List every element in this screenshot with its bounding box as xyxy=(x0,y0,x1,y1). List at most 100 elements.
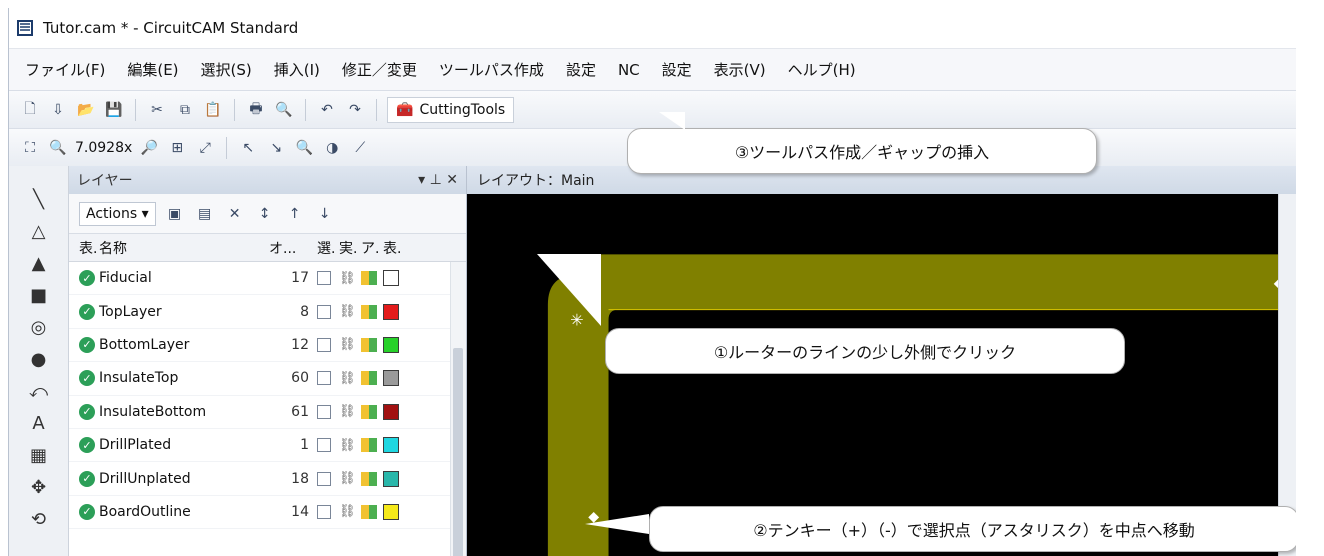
move-down-icon[interactable]: ↓ xyxy=(314,203,336,225)
arc-tool-icon[interactable]: ⤺ xyxy=(24,380,54,402)
menu-view[interactable]: 表示(V) xyxy=(710,57,770,82)
zoom-in-icon[interactable]: 🔎 xyxy=(138,137,160,159)
cutting-tools-combo[interactable]: 🧰 CuttingTools xyxy=(387,96,515,123)
layer-color-swatch[interactable] xyxy=(383,503,399,520)
select-checkbox[interactable] xyxy=(317,404,331,419)
link-icon[interactable]: ⛓ xyxy=(339,471,361,486)
select-checkbox[interactable] xyxy=(317,371,331,386)
link-icon[interactable]: ⛓ xyxy=(339,504,361,519)
layer-add-icon[interactable]: ▤ xyxy=(194,203,216,225)
inspect-icon[interactable]: 🔍 xyxy=(293,137,315,159)
open-icon[interactable]: 📂 xyxy=(75,99,97,121)
col-name[interactable]: 名称 xyxy=(99,238,269,258)
layer-scrollbar[interactable] xyxy=(450,262,466,556)
copy-icon[interactable]: ⧉ xyxy=(174,99,196,121)
paste-icon[interactable]: 📋 xyxy=(202,99,224,121)
rectangle-tool-icon[interactable]: ■ xyxy=(24,284,54,306)
col-order[interactable]: オ... xyxy=(269,238,317,258)
redo-icon[interactable]: ↷ xyxy=(344,99,366,121)
polygon-tool-icon[interactable]: △ xyxy=(24,220,54,242)
layout-canvas[interactable]: ◐ ✳ ◆ ◆ xyxy=(467,194,1296,556)
col-visible[interactable]: 表. xyxy=(79,238,99,258)
layers-icon[interactable] xyxy=(361,371,377,386)
text-tool-icon[interactable]: A xyxy=(24,412,54,434)
layer-color-swatch[interactable] xyxy=(383,403,399,420)
select-checkbox[interactable] xyxy=(317,438,331,453)
layer-row[interactable]: ✓ DrillUnplated 18 ⛓ xyxy=(69,462,466,496)
link-icon[interactable]: ⛓ xyxy=(339,304,361,319)
link-icon[interactable]: ⛓ xyxy=(339,404,361,419)
layers-icon[interactable] xyxy=(361,438,377,453)
layer-row[interactable]: ✓ Fiducial 17 ⛓ xyxy=(69,262,466,296)
layer-row[interactable]: ✓ InsulateTop 60 ⛓ xyxy=(69,362,466,396)
zoom-area-icon[interactable]: ⛶ xyxy=(19,137,41,159)
extents-icon[interactable]: ⤢ xyxy=(194,137,216,159)
select-checkbox[interactable] xyxy=(317,504,331,519)
layer-color-swatch[interactable] xyxy=(383,470,399,487)
menu-insert[interactable]: 挿入(I) xyxy=(270,57,324,82)
layer-color-swatch[interactable] xyxy=(383,270,399,287)
layer-delete-icon[interactable]: ✕ xyxy=(224,203,246,225)
link-icon[interactable]: ⛓ xyxy=(339,337,361,352)
zoom-level[interactable]: 7.0928x xyxy=(75,140,132,156)
contrast-icon[interactable]: ◑ xyxy=(321,137,343,159)
layer-color-swatch[interactable] xyxy=(383,336,399,353)
layer-color-swatch[interactable] xyxy=(383,370,399,387)
col-solid[interactable]: 実. xyxy=(339,238,361,258)
ring-tool-icon[interactable]: ◎ xyxy=(24,316,54,338)
layer-row[interactable]: ✓ InsulateBottom 61 ⛓ xyxy=(69,396,466,429)
link-icon[interactable]: ⛓ xyxy=(339,371,361,386)
link-icon[interactable]: ⛓ xyxy=(339,271,361,286)
link-icon[interactable]: ⛓ xyxy=(339,438,361,453)
layers-icon[interactable] xyxy=(361,504,377,519)
select-checkbox[interactable] xyxy=(317,337,331,352)
rotate-tool-icon[interactable]: ⟲ xyxy=(24,508,54,530)
sort-icon[interactable]: ↕ xyxy=(254,203,276,225)
select-checkbox[interactable] xyxy=(317,271,331,286)
visible-check-icon[interactable]: ✓ xyxy=(79,403,95,420)
undo-icon[interactable]: ↶ xyxy=(316,99,338,121)
visible-check-icon[interactable]: ✓ xyxy=(79,437,95,454)
layer-scroll-thumb[interactable] xyxy=(453,348,463,556)
cut-icon[interactable]: ✂ xyxy=(146,99,168,121)
canvas-scrollbar[interactable] xyxy=(1278,194,1296,556)
fit-icon[interactable]: ⊞ xyxy=(166,137,188,159)
print-icon[interactable]: 🖶 xyxy=(245,99,267,121)
select-checkbox[interactable] xyxy=(317,471,331,486)
layer-props-icon[interactable]: ▣ xyxy=(164,203,186,225)
zoom-out-icon[interactable]: 🔍 xyxy=(47,137,69,159)
visible-check-icon[interactable]: ✓ xyxy=(79,270,95,287)
layer-row[interactable]: ✓ BoardOutline 14 ⛓ xyxy=(69,496,466,530)
visible-check-icon[interactable]: ✓ xyxy=(79,470,95,487)
visible-check-icon[interactable]: ✓ xyxy=(79,370,95,387)
line-tool-icon[interactable]: ╲ xyxy=(24,188,54,210)
menu-file[interactable]: ファイル(F) xyxy=(21,57,109,82)
matrix-tool-icon[interactable]: ▦ xyxy=(24,444,54,466)
menu-settings-2[interactable]: 設定 xyxy=(658,57,696,82)
col-select[interactable]: 選. xyxy=(317,238,339,258)
layer-row[interactable]: ✓ BottomLayer 12 ⛓ xyxy=(69,329,466,363)
move-up-icon[interactable]: ↑ xyxy=(284,203,306,225)
filled-polygon-tool-icon[interactable]: ▲ xyxy=(24,252,54,274)
menu-toolpath[interactable]: ツールパス作成 xyxy=(435,57,548,82)
visible-check-icon[interactable]: ✓ xyxy=(79,503,95,520)
mark-tool-icon[interactable]: ✥ xyxy=(24,476,54,498)
new-icon[interactable]: 🗋 xyxy=(19,99,41,121)
col-color[interactable]: 表. xyxy=(383,238,407,258)
layers-icon[interactable] xyxy=(361,471,377,486)
menu-nc[interactable]: NC xyxy=(614,59,644,81)
layer-row[interactable]: ✓ TopLayer 8 ⛓ xyxy=(69,295,466,329)
select-checkbox[interactable] xyxy=(317,304,331,319)
layers-icon[interactable] xyxy=(361,304,377,319)
menu-help[interactable]: ヘルプ(H) xyxy=(784,57,860,82)
line-icon[interactable]: ⟋ xyxy=(349,137,371,159)
layers-icon[interactable] xyxy=(361,337,377,352)
layer-row[interactable]: ✓ DrillPlated 1 ⛓ xyxy=(69,429,466,463)
lasso-icon[interactable]: ↘ xyxy=(265,137,287,159)
preview-icon[interactable]: 🔍 xyxy=(273,99,295,121)
actions-button[interactable]: Actions ▾ xyxy=(79,201,156,226)
col-attribute[interactable]: ア. xyxy=(361,238,383,258)
menu-edit[interactable]: 編集(E) xyxy=(123,57,182,82)
select-icon[interactable]: ↖ xyxy=(237,137,259,159)
save-icon[interactable]: 💾 xyxy=(103,99,125,121)
